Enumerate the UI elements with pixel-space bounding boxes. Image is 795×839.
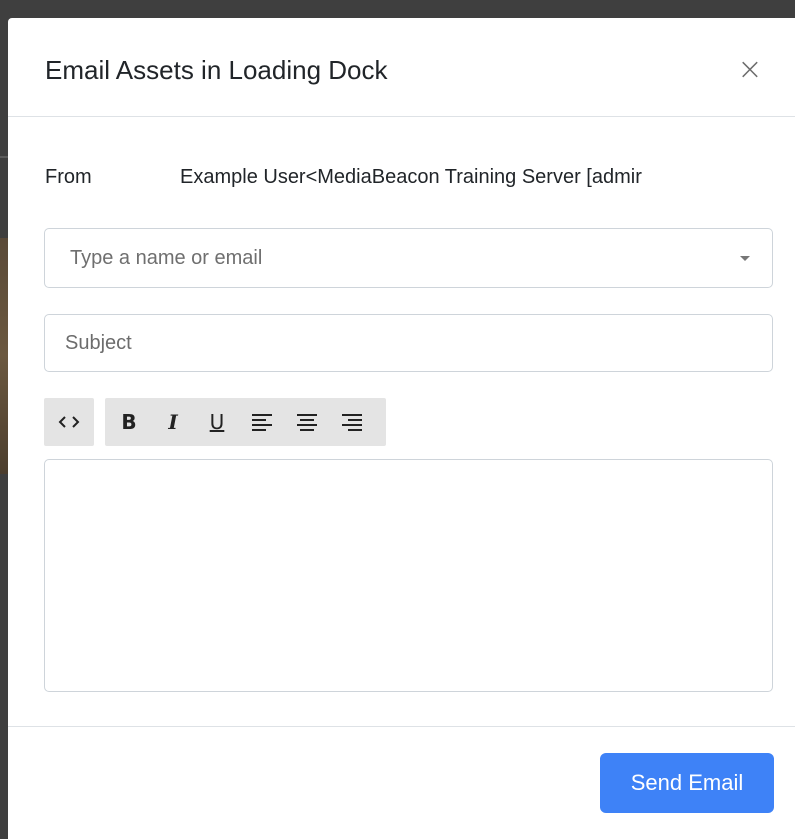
- bold-label: B: [121, 410, 137, 434]
- caret-down-icon: [740, 256, 750, 261]
- toolbar-group-format: B I U: [105, 398, 386, 446]
- footer-divider: [8, 726, 795, 727]
- align-center-icon: [296, 412, 318, 432]
- align-center-button[interactable]: [291, 398, 323, 446]
- italic-button[interactable]: I: [157, 398, 189, 446]
- backdrop-image: [0, 238, 8, 474]
- bold-button[interactable]: B: [113, 398, 145, 446]
- from-value: Example User<MediaBeacon Training Server…: [180, 166, 642, 188]
- align-right-button[interactable]: [336, 398, 368, 446]
- send-email-button[interactable]: Send Email: [600, 753, 774, 813]
- toolbar-group-code: [44, 398, 94, 446]
- underline-button[interactable]: U: [201, 398, 233, 446]
- code-view-button[interactable]: [53, 398, 85, 446]
- align-right-icon: [341, 412, 363, 432]
- subject-placeholder: Subject: [65, 332, 132, 354]
- from-row: From Example User<MediaBeacon Training S…: [45, 163, 765, 191]
- from-label: From: [45, 166, 92, 188]
- italic-label: I: [168, 410, 178, 434]
- modal-header: Email Assets in Loading Dock ×: [8, 18, 795, 117]
- close-button[interactable]: ×: [734, 54, 766, 86]
- modal-title: Email Assets in Loading Dock: [45, 55, 388, 85]
- close-icon: ×: [737, 52, 763, 87]
- recipient-select[interactable]: Type a name or email: [44, 228, 773, 288]
- align-left-button[interactable]: [246, 398, 278, 446]
- email-assets-modal: Email Assets in Loading Dock × From Exam…: [8, 18, 795, 839]
- align-left-icon: [251, 412, 273, 432]
- backdrop-divider: [0, 156, 8, 158]
- message-editor[interactable]: [44, 459, 773, 692]
- subject-input[interactable]: Subject: [44, 314, 773, 372]
- recipient-placeholder: Type a name or email: [70, 247, 263, 269]
- underline-label: U: [209, 410, 225, 434]
- code-icon: [57, 414, 81, 430]
